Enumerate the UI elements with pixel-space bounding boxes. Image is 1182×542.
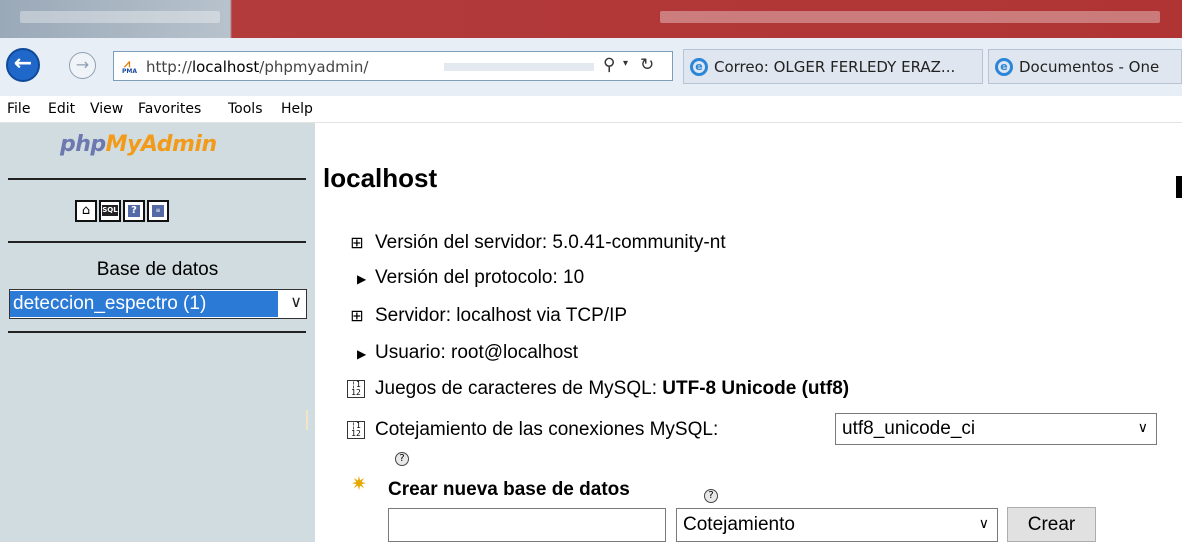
tab-label: Correo: OLGER FERLEDY ERAZ... [714, 58, 956, 76]
help-icon-label: ? [128, 205, 140, 217]
forward-arrow-icon[interactable]: → [69, 52, 96, 79]
server-icon: ⊞ [350, 233, 364, 252]
address-bar[interactable]: ⩘ PMA http://localhost/phpmyadmin/ ⚲ ▾ ↻ [113, 51, 673, 81]
collation-select-value: utf8_unicode_ci [842, 418, 976, 439]
phpmyadmin-logo[interactable]: phpMyAdmin [60, 132, 217, 157]
server-text: Servidor: localhost via TCP/IP [375, 305, 628, 326]
menu-favorites[interactable]: Favorites [138, 101, 201, 117]
url-path: /phpmyadmin/ [259, 58, 369, 76]
charset-icon: ¦1 12 [347, 379, 365, 398]
menu-file[interactable]: File [7, 101, 30, 117]
chevron-down-icon: ∨ [290, 292, 302, 311]
menu-help[interactable]: Help [281, 101, 313, 117]
refresh-icon[interactable]: ↻ [640, 55, 654, 75]
tab-label: Documentos - One [1019, 58, 1160, 76]
help-icon[interactable]: ? [395, 452, 409, 466]
url-blur [444, 63, 594, 71]
pma-favicon-icon: ⩘ PMA [122, 57, 140, 75]
frame-resize-handle[interactable] [306, 410, 308, 430]
tab-documentos[interactable]: e Documentos - One [988, 49, 1182, 84]
back-arrow-icon[interactable]: ← [6, 48, 40, 82]
help-icon[interactable]: ? [123, 200, 145, 222]
server-version-row: ⊞ Versión del servidor: 5.0.41-community-… [347, 232, 726, 254]
user-row: ▶ Usuario: root@localhost [347, 342, 578, 364]
query-window-icon[interactable]: ≡ [147, 200, 169, 222]
menu-view[interactable]: View [90, 101, 123, 117]
charset-label: Juegos de caracteres de MySQL: [375, 378, 663, 399]
logo-my: My [105, 132, 142, 157]
clipped-content [1176, 176, 1182, 198]
favicon-text: PMA [122, 68, 138, 75]
url-prefix: http:// [146, 58, 192, 76]
logo-php: php [60, 132, 106, 157]
server-icon: ⊞ [350, 306, 364, 325]
menu-edit[interactable]: Edit [48, 101, 75, 117]
url-host: localhost [191, 58, 260, 76]
search-icon[interactable]: ⚲ [603, 55, 615, 75]
divider-line [8, 331, 306, 333]
chevron-down-icon: ∨ [978, 516, 989, 532]
protocol-version-text: Versión del protocolo: 10 [375, 267, 585, 288]
collation-row: ¦1 12 Cotejamiento de las conexiones MySQL… [347, 419, 718, 441]
titlebar-blur [660, 11, 1160, 23]
sql-icon[interactable]: SQL [99, 200, 121, 222]
charset-icon: ¦1 12 [347, 420, 365, 439]
divider-line [8, 241, 306, 243]
database-select-value: deteccion_espectro (1) [10, 291, 278, 317]
create-database-button[interactable]: Crear [1007, 507, 1096, 542]
titlebar-blur [20, 11, 220, 23]
home-icon[interactable]: ⌂ [75, 200, 97, 222]
chevron-down-icon: ∨ [1137, 420, 1148, 436]
divider-line [8, 178, 306, 180]
triangle-bullet-icon: ▶ [357, 347, 367, 361]
help-icon[interactable]: ? [704, 489, 718, 503]
logo-admin: Admin [140, 132, 217, 157]
connection-collation-select[interactable]: utf8_unicode_ci ∨ [835, 413, 1157, 445]
protocol-version-row: ▶ Versión del protocolo: 10 [347, 267, 584, 289]
chevron-down-icon[interactable]: ▾ [623, 58, 628, 69]
sql-icon-label: SQL [102, 205, 118, 216]
new-database-collation-select[interactable]: Cotejamiento ∨ [676, 508, 998, 542]
server-row: ⊞ Servidor: localhost via TCP/IP [347, 305, 627, 327]
collation-label: Cotejamiento de las conexiones MySQL: [375, 419, 719, 440]
ie-icon: e [995, 58, 1013, 76]
database-select[interactable]: deteccion_espectro (1) ∨ [9, 289, 307, 319]
tab-correo[interactable]: e Correo: OLGER FERLEDY ERAZ... [683, 49, 983, 84]
create-database-title: Crear nueva base de datos [388, 479, 630, 500]
ie-icon: e [690, 58, 708, 76]
menu-tools[interactable]: Tools [228, 101, 263, 117]
window-titlebar [0, 0, 1182, 38]
new-database-icon: ✷ [351, 473, 367, 495]
charset-row: ¦1 12 Juegos de caracteres de MySQL: UTF-8… [347, 378, 849, 400]
server-version-text: Versión del servidor: 5.0.41-community-n… [375, 232, 726, 253]
database-label: Base de datos [96, 259, 219, 280]
new-database-collation-value: Cotejamiento [683, 514, 795, 535]
triangle-bullet-icon: ▶ [357, 272, 367, 286]
query-window-glyph: ≡ [152, 205, 164, 217]
menu-bar: File Edit View Favorites Tools Help [0, 96, 1182, 123]
url-text[interactable]: http://localhost/phpmyadmin/ [146, 58, 368, 76]
new-database-name-input[interactable] [388, 508, 666, 542]
user-text: Usuario: root@localhost [375, 342, 579, 363]
page-title: localhost [323, 163, 438, 193]
charset-value: UTF-8 Unicode (utf8) [662, 378, 850, 399]
